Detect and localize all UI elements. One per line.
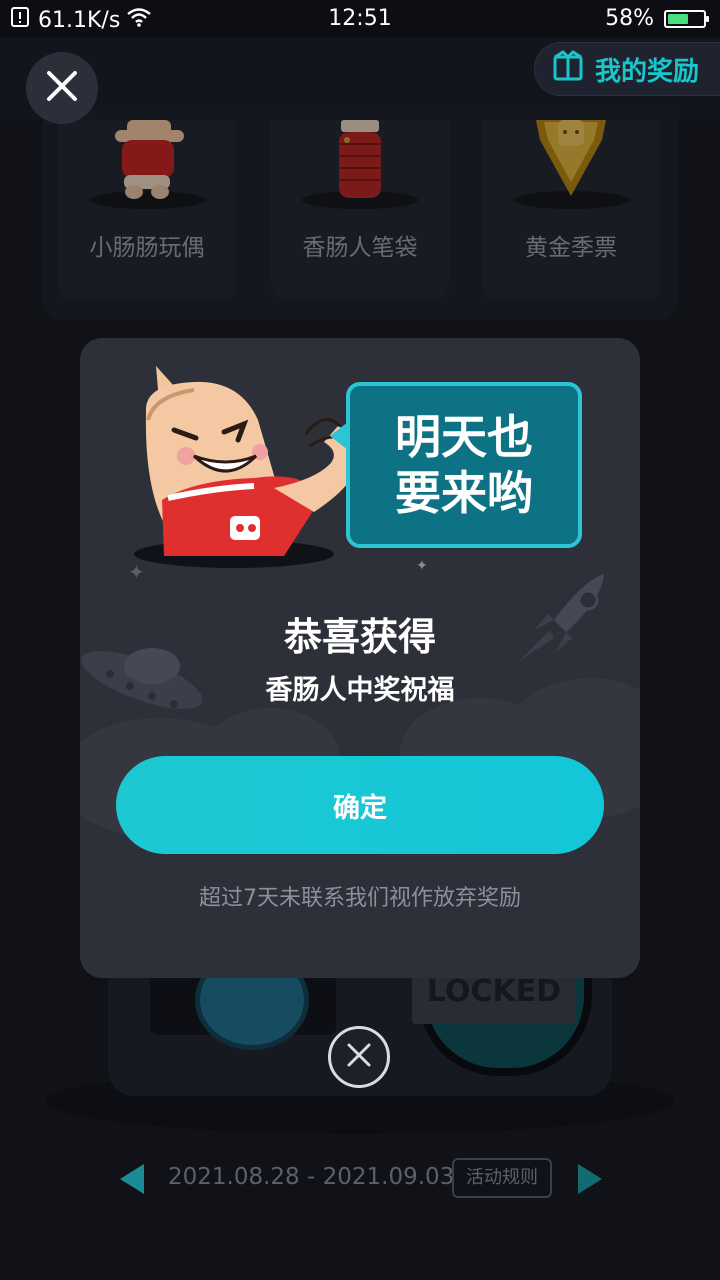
date-range: 2021.08.28 - 2021.09.03 (168, 1164, 455, 1190)
bubble-line: 要来哟 (395, 466, 533, 520)
speech-bubble: 明天也 要来哟 (330, 382, 582, 548)
close-button[interactable] (26, 52, 98, 124)
arrow-left-icon[interactable] (120, 1164, 144, 1194)
dialog-close-button[interactable] (328, 1026, 390, 1088)
rules-button[interactable]: 活动规则 (452, 1158, 552, 1198)
close-icon (45, 69, 79, 107)
arrow-right-icon[interactable] (578, 1164, 602, 1194)
confirm-button[interactable]: 确定 (116, 756, 604, 854)
my-rewards-button[interactable]: 我的奖励 (534, 42, 720, 96)
gift-box-icon (551, 49, 585, 90)
status-bar: 61.1K/s 12:51 58% (0, 0, 720, 38)
bubble-line: 明天也 (395, 410, 533, 464)
close-circle-icon (345, 1041, 373, 1073)
reward-dialog: ✦ ✦ 明天也 要来哟 恭喜获得 香肠人中奖祝福 确定 超过7天未联系我们视作放… (80, 338, 640, 978)
battery-charging-icon (664, 9, 709, 28)
status-right: 58% (605, 6, 709, 31)
expiry-note: 超过7天未联系我们视作放弃奖励 (199, 886, 521, 911)
date-bar: 2021.08.28 - 2021.09.03 活动规则 (0, 1154, 720, 1206)
my-rewards-label: 我的奖励 (595, 56, 700, 87)
prize-text: 香肠人中奖祝福 (265, 675, 455, 706)
dialog-title: 恭喜获得 (283, 615, 436, 659)
battery-fill (668, 13, 688, 24)
sparkle-icon: ✦ (416, 558, 428, 574)
battery-percent: 58% (605, 6, 654, 31)
